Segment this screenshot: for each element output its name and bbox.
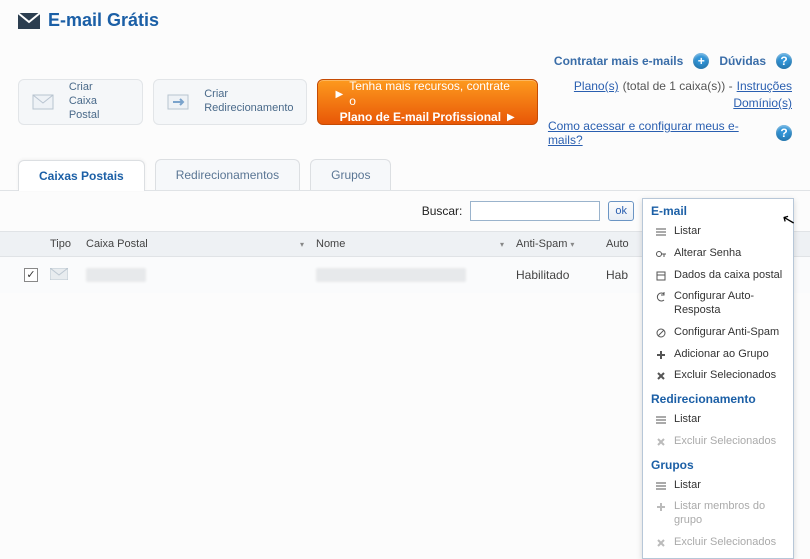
menu-section-email: E-mail: [643, 199, 793, 221]
criar-redir-line2: Redirecionamento: [204, 102, 293, 116]
data-icon: [655, 270, 667, 282]
top-bar: Contratar mais e-mails + Dúvidas ?: [0, 49, 810, 79]
menu-grupos-item-label: Listar: [674, 479, 785, 493]
mail-icon: [50, 269, 68, 283]
block-icon: [655, 327, 667, 339]
menu-email-item-label: Excluir Selecionados: [674, 369, 785, 383]
help-icon[interactable]: ?: [776, 125, 792, 141]
list-icon: [655, 226, 667, 238]
criar-caixa-line2: Caixa Postal: [69, 95, 130, 123]
contratar-link[interactable]: Contratar mais e-mails: [554, 54, 683, 68]
menu-grupos-item-2: Excluir Selecionados: [643, 532, 793, 554]
page-title: E-mail Grátis: [48, 10, 159, 31]
search-ok-button[interactable]: ok: [608, 201, 634, 221]
menu-email-item-label: Configurar Auto-Resposta: [674, 290, 785, 318]
reload-icon: [655, 291, 667, 303]
duvidas-label: Dúvidas: [719, 54, 766, 68]
menu-email-item-label: Listar: [674, 225, 785, 239]
menu-email-item-4[interactable]: Configurar Anti-Spam: [643, 322, 793, 344]
menu-email-item-label: Configurar Anti-Spam: [674, 326, 785, 340]
criar-caixa-line1: Criar: [69, 81, 130, 95]
criar-caixa-card[interactable]: Criar Caixa Postal: [18, 79, 143, 125]
col-tipo[interactable]: Tipo: [44, 238, 80, 250]
como-acessar-link[interactable]: Como acessar e configurar meus e-mails?: [548, 119, 772, 147]
menu-grupos-item-1: Listar membros do grupo: [643, 496, 793, 532]
delete-icon: [655, 436, 667, 448]
col-caixa-postal[interactable]: Caixa Postal▾: [80, 238, 310, 250]
tabs: Caixas Postais Redirecionamentos Grupos: [0, 153, 810, 191]
delete-icon: [655, 370, 667, 382]
menu-email-item-5[interactable]: Adicionar ao Grupo: [643, 344, 793, 366]
add-icon[interactable]: +: [693, 53, 709, 69]
instrucoes-link[interactable]: Instruções: [737, 79, 792, 93]
page-header: E-mail Grátis: [0, 0, 810, 49]
menu-email-item-label: Dados da caixa postal: [674, 269, 785, 283]
help-icon[interactable]: ?: [776, 53, 792, 69]
envelope-icon: [18, 13, 40, 29]
menu-redir-item-1: Excluir Selecionados: [643, 431, 793, 453]
menu-redir-item-0[interactable]: Listar: [643, 409, 793, 431]
key-icon: [655, 248, 667, 260]
menu-grupos-item-label: Excluir Selecionados: [674, 536, 785, 550]
col-anti-spam[interactable]: Anti-Spam▾: [510, 238, 600, 250]
dominios-link[interactable]: Domínio(s): [733, 96, 792, 110]
plus-icon: [655, 349, 667, 361]
list-icon: [655, 414, 667, 426]
tab-caixas-postais[interactable]: Caixas Postais: [18, 160, 145, 191]
arrow-right-icon: ▶: [507, 111, 515, 124]
delete-icon: [655, 537, 667, 549]
right-links: Plano(s) (total de 1 caixa(s)) - Instruç…: [548, 79, 792, 147]
sort-icon: ▾: [570, 240, 574, 249]
plus-icon: [655, 501, 667, 513]
menu-section-redir: Redirecionamento: [643, 387, 793, 409]
tab-redirecionamentos[interactable]: Redirecionamentos: [155, 159, 300, 190]
arrow-right-icon: ▶: [336, 88, 344, 101]
spam-status: Habilitado: [510, 268, 600, 282]
envelope-add-icon: [31, 88, 59, 116]
tab-grupos[interactable]: Grupos: [310, 159, 391, 190]
planos-link[interactable]: Plano(s): [574, 79, 619, 93]
menu-section-grupos: Grupos: [643, 453, 793, 475]
menu-email-item-2[interactable]: Dados da caixa postal: [643, 265, 793, 287]
criar-redir-line1: Criar: [204, 88, 293, 102]
total-caixas-text: (total de 1 caixa(s)) -: [623, 79, 733, 93]
menu-email-item-6[interactable]: Excluir Selecionados: [643, 365, 793, 387]
col-nome[interactable]: Nome▾: [310, 238, 510, 250]
more-actions-menu: E-mail Listar Alterar Senha Dados da caixa…: [642, 198, 794, 559]
orange-line1: Tenha mais recursos, contrate o: [349, 79, 519, 110]
orange-line2: Plano de E-mail Profissional: [340, 110, 501, 126]
sort-icon: ▾: [300, 240, 304, 249]
menu-redir-item-label: Excluir Selecionados: [674, 435, 785, 449]
menu-email-item-label: Alterar Senha: [674, 247, 785, 261]
menu-email-item-3[interactable]: Configurar Auto-Resposta: [643, 286, 793, 322]
menu-email-item-1[interactable]: Alterar Senha: [643, 243, 793, 265]
search-label: Buscar:: [422, 204, 463, 218]
menu-email-item-0[interactable]: Listar: [643, 221, 793, 243]
menu-redir-item-label: Listar: [674, 413, 785, 427]
menu-grupos-item-0[interactable]: Listar: [643, 475, 793, 497]
blurred-name: [316, 268, 466, 282]
search-input[interactable]: [470, 201, 600, 221]
list-icon: [655, 480, 667, 492]
menu-grupos-item-label: Listar membros do grupo: [674, 500, 785, 528]
sort-icon: ▾: [500, 240, 504, 249]
row-checkbox[interactable]: [24, 268, 38, 282]
blurred-email: [86, 268, 146, 282]
upgrade-plan-card[interactable]: ▶ Tenha mais recursos, contrate o Plano …: [317, 79, 538, 125]
menu-email-item-label: Adicionar ao Grupo: [674, 348, 785, 362]
actions-row: Criar Caixa Postal Criar Redirecionament…: [0, 79, 810, 153]
criar-redir-card[interactable]: Criar Redirecionamento: [153, 79, 306, 125]
redirect-icon: [166, 88, 194, 116]
